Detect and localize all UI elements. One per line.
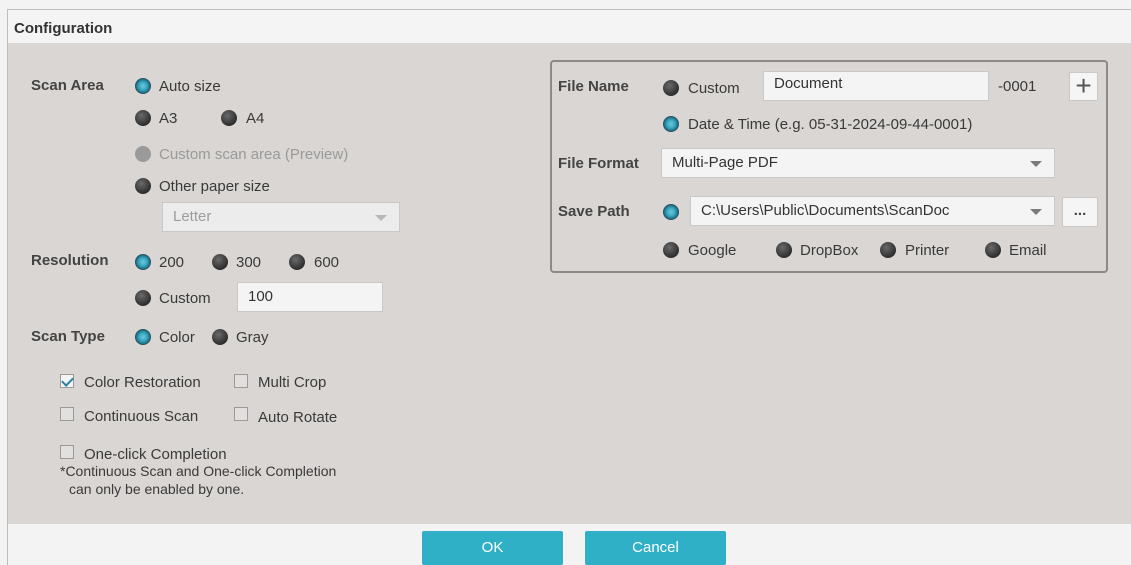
save-printer-label[interactable]: Printer: [905, 242, 949, 259]
one-click-completion-label[interactable]: One-click Completion: [84, 446, 227, 463]
multi-crop-checkbox[interactable]: [234, 374, 248, 388]
resolution-600-radio[interactable]: [289, 254, 305, 270]
scan-type-gray-radio[interactable]: [212, 329, 228, 345]
continuous-scan-label[interactable]: Continuous Scan: [84, 408, 198, 425]
a4-radio[interactable]: [221, 110, 237, 126]
add-icon[interactable]: +: [1069, 72, 1098, 101]
resolution-custom-value: 100: [248, 288, 274, 305]
save-path-label: Save Path: [558, 203, 630, 220]
file-name-suffix: -0001: [998, 78, 1037, 95]
save-path-value: C:\Users\Public\Documents\ScanDoc: [701, 202, 950, 219]
custom-scan-area-label: Custom scan area (Preview): [159, 146, 349, 163]
color-restoration-label[interactable]: Color Restoration: [84, 374, 201, 391]
paper-size-select: Letter: [162, 202, 400, 232]
scan-type-gray-label[interactable]: Gray: [236, 329, 269, 346]
title-bar: Configuration: [8, 10, 1131, 43]
exclusive-note-line2: can only be enabled by one.: [69, 481, 245, 497]
resolution-custom-input[interactable]: 100: [237, 282, 383, 312]
a3-label[interactable]: A3: [159, 110, 177, 127]
file-name-custom-radio[interactable]: [663, 80, 679, 96]
chevron-down-icon: [1030, 209, 1042, 215]
file-format-value: Multi-Page PDF: [672, 154, 778, 171]
save-path-select[interactable]: C:\Users\Public\Documents\ScanDoc: [690, 196, 1055, 226]
auto-size-radio[interactable]: [135, 78, 151, 94]
file-name-custom-label[interactable]: Custom: [688, 80, 740, 97]
save-dropbox-label[interactable]: DropBox: [800, 242, 858, 259]
file-name-value: Document: [774, 75, 843, 92]
scan-area-label: Scan Area: [31, 77, 104, 94]
a3-radio[interactable]: [135, 110, 151, 126]
paper-size-value: Letter: [173, 208, 212, 225]
file-format-select[interactable]: Multi-Page PDF: [661, 148, 1055, 178]
file-name-datetime-label[interactable]: Date & Time (e.g. 05-31-2024-09-44-0001): [688, 116, 972, 133]
cancel-button[interactable]: Cancel: [585, 531, 726, 565]
file-name-label: File Name: [558, 78, 629, 95]
color-restoration-checkbox[interactable]: [60, 374, 74, 388]
save-path-local-radio[interactable]: [663, 204, 679, 220]
resolution-200-label[interactable]: 200: [159, 254, 184, 271]
other-paper-size-radio[interactable]: [135, 178, 151, 194]
scan-type-color-radio[interactable]: [135, 329, 151, 345]
resolution-custom-radio[interactable]: [135, 290, 151, 306]
multi-crop-label[interactable]: Multi Crop: [258, 374, 326, 391]
resolution-200-radio[interactable]: [135, 254, 151, 270]
save-dropbox-radio[interactable]: [776, 242, 792, 258]
file-name-datetime-radio[interactable]: [663, 116, 679, 132]
save-google-radio[interactable]: [663, 242, 679, 258]
resolution-300-radio[interactable]: [212, 254, 228, 270]
resolution-label: Resolution: [31, 252, 109, 269]
browse-button[interactable]: ...: [1062, 197, 1098, 227]
file-name-input[interactable]: Document: [763, 71, 989, 101]
auto-rotate-checkbox[interactable]: [234, 407, 248, 421]
auto-rotate-label[interactable]: Auto Rotate: [258, 409, 337, 426]
exclusive-note-line1: *Continuous Scan and One-click Completio…: [60, 463, 337, 479]
save-email-radio[interactable]: [985, 242, 1001, 258]
resolution-600-label[interactable]: 600: [314, 254, 339, 271]
resolution-300-label[interactable]: 300: [236, 254, 261, 271]
dialog-title: Configuration: [14, 20, 113, 37]
auto-size-label[interactable]: Auto size: [159, 78, 221, 95]
chevron-down-icon: [1030, 161, 1042, 167]
continuous-scan-checkbox[interactable]: [60, 407, 74, 421]
a4-label[interactable]: A4: [246, 110, 264, 127]
file-format-label: File Format: [558, 155, 639, 172]
one-click-completion-checkbox[interactable]: [60, 445, 74, 459]
chevron-down-icon: [375, 215, 387, 221]
save-email-label[interactable]: Email: [1009, 242, 1047, 259]
resolution-custom-label[interactable]: Custom: [159, 290, 211, 307]
scan-type-label: Scan Type: [31, 328, 105, 345]
custom-scan-area-radio: [135, 146, 151, 162]
save-google-label[interactable]: Google: [688, 242, 736, 259]
save-printer-radio[interactable]: [880, 242, 896, 258]
ok-button[interactable]: OK: [422, 531, 563, 565]
scan-type-color-label[interactable]: Color: [159, 329, 195, 346]
other-paper-size-label[interactable]: Other paper size: [159, 178, 270, 195]
footer-bar: [8, 524, 1131, 565]
